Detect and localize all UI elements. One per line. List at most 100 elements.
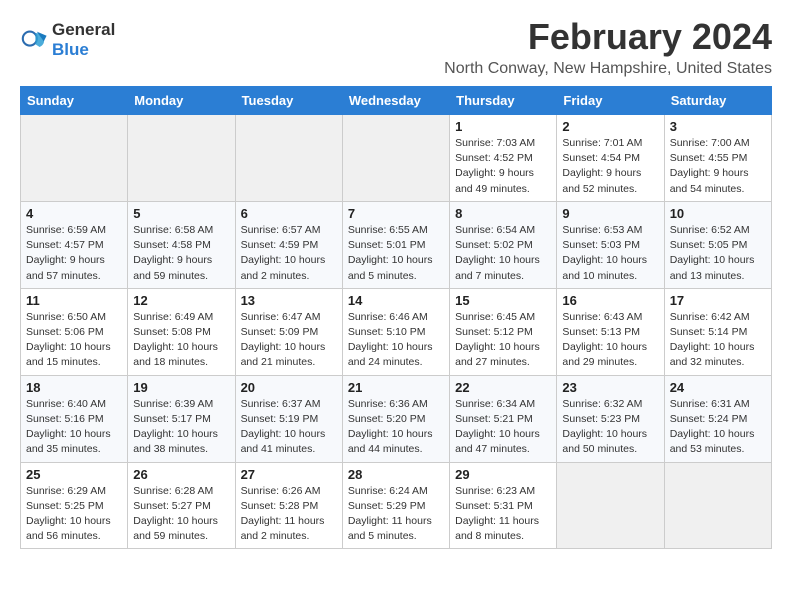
day-number: 4 [26, 206, 122, 221]
logo-line1: General [52, 20, 115, 40]
calendar-table: SundayMondayTuesdayWednesdayThursdayFrid… [20, 86, 772, 549]
calendar-cell: 25Sunrise: 6:29 AM Sunset: 5:25 PM Dayli… [21, 462, 128, 549]
calendar-cell: 16 Sunrise: 6:43 AM Sunset: 5:13 PM Dayli… [557, 288, 664, 375]
calendar-cell [342, 115, 449, 202]
location-subtitle: North Conway, New Hampshire, United Stat… [444, 60, 772, 78]
calendar-cell: 15Sunrise: 6:45 AM Sunset: 5:12 PM Dayli… [450, 288, 557, 375]
day-number: 29 [455, 467, 551, 482]
day-number: 10 [670, 206, 766, 221]
calendar-cell: 21Sunrise: 6:36 AM Sunset: 5:20 PM Dayli… [342, 375, 449, 462]
day-number: 14 [348, 293, 444, 308]
calendar-cell: 14 Sunrise: 6:46 AM Sunset: 5:10 PM Dayli… [342, 288, 449, 375]
day-info: Sunrise: 6:49 AM Sunset: 5:08 PM Dayligh… [133, 310, 229, 371]
day-number: 18 [26, 380, 122, 395]
weekday-header: Friday [557, 87, 664, 115]
calendar-cell: 13Sunrise: 6:47 AM Sunset: 5:09 PM Dayli… [235, 288, 342, 375]
calendar-cell: 8 Sunrise: 6:54 AM Sunset: 5:02 PM Daylig… [450, 201, 557, 288]
weekday-header: Wednesday [342, 87, 449, 115]
calendar-week-row: 1Sunrise: 7:03 AM Sunset: 4:52 PM Daylig… [21, 115, 772, 202]
day-info: Sunrise: 6:53 AM Sunset: 5:03 PM Dayligh… [562, 223, 658, 284]
calendar-cell: 12 Sunrise: 6:49 AM Sunset: 5:08 PM Dayli… [128, 288, 235, 375]
day-info: Sunrise: 6:37 AM Sunset: 5:19 PM Dayligh… [241, 397, 337, 458]
calendar-cell: 23 Sunrise: 6:32 AM Sunset: 5:23 PM Dayli… [557, 375, 664, 462]
calendar-cell: 2 Sunrise: 7:01 AM Sunset: 4:54 PM Daylig… [557, 115, 664, 202]
day-info: Sunrise: 6:43 AM Sunset: 5:13 PM Dayligh… [562, 310, 658, 371]
weekday-header: Tuesday [235, 87, 342, 115]
calendar-cell: 3 Sunrise: 7:00 AM Sunset: 4:55 PM Daylig… [664, 115, 771, 202]
day-number: 3 [670, 119, 766, 134]
day-info: Sunrise: 6:28 AM Sunset: 5:27 PM Dayligh… [133, 484, 229, 545]
day-info: Sunrise: 7:01 AM Sunset: 4:54 PM Dayligh… [562, 136, 658, 197]
day-number: 8 [455, 206, 551, 221]
day-info: Sunrise: 6:54 AM Sunset: 5:02 PM Dayligh… [455, 223, 551, 284]
weekday-header: Sunday [21, 87, 128, 115]
weekday-header: Monday [128, 87, 235, 115]
calendar-cell: 19 Sunrise: 6:39 AM Sunset: 5:17 PM Dayli… [128, 375, 235, 462]
day-number: 20 [241, 380, 337, 395]
day-info: Sunrise: 6:36 AM Sunset: 5:20 PM Dayligh… [348, 397, 444, 458]
day-info: Sunrise: 6:42 AM Sunset: 5:14 PM Dayligh… [670, 310, 766, 371]
day-info: Sunrise: 6:59 AM Sunset: 4:57 PM Dayligh… [26, 223, 122, 284]
calendar-cell: 18 Sunrise: 6:40 AM Sunset: 5:16 PM Dayli… [21, 375, 128, 462]
day-number: 28 [348, 467, 444, 482]
calendar-cell: 9 Sunrise: 6:53 AM Sunset: 5:03 PM Daylig… [557, 201, 664, 288]
calendar-cell: 6 Sunrise: 6:57 AM Sunset: 4:59 PM Daylig… [235, 201, 342, 288]
day-number: 22 [455, 380, 551, 395]
calendar-cell: 29 Sunrise: 6:23 AM Sunset: 5:31 PM Dayli… [450, 462, 557, 549]
day-info: Sunrise: 6:24 AM Sunset: 5:29 PM Dayligh… [348, 484, 444, 545]
calendar-cell [21, 115, 128, 202]
calendar-body: 1Sunrise: 7:03 AM Sunset: 4:52 PM Daylig… [21, 115, 772, 549]
day-info: Sunrise: 6:58 AM Sunset: 4:58 PM Dayligh… [133, 223, 229, 284]
logo-line2: Blue [52, 40, 115, 60]
calendar-cell [557, 462, 664, 549]
day-info: Sunrise: 7:00 AM Sunset: 4:55 PM Dayligh… [670, 136, 766, 197]
calendar-cell: 26 Sunrise: 6:28 AM Sunset: 5:27 PM Dayli… [128, 462, 235, 549]
day-info: Sunrise: 6:23 AM Sunset: 5:31 PM Dayligh… [455, 484, 551, 545]
day-info: Sunrise: 6:57 AM Sunset: 4:59 PM Dayligh… [241, 223, 337, 284]
header-row: SundayMondayTuesdayWednesdayThursdayFrid… [21, 87, 772, 115]
day-info: Sunrise: 6:50 AM Sunset: 5:06 PM Dayligh… [26, 310, 122, 371]
day-info: Sunrise: 6:46 AM Sunset: 5:10 PM Dayligh… [348, 310, 444, 371]
day-info: Sunrise: 6:39 AM Sunset: 5:17 PM Dayligh… [133, 397, 229, 458]
calendar-cell: 24Sunrise: 6:31 AM Sunset: 5:24 PM Dayli… [664, 375, 771, 462]
weekday-header: Saturday [664, 87, 771, 115]
day-number: 19 [133, 380, 229, 395]
calendar-cell [235, 115, 342, 202]
calendar-cell: 28 Sunrise: 6:24 AM Sunset: 5:29 PM Dayli… [342, 462, 449, 549]
calendar-week-row: 4 Sunrise: 6:59 AM Sunset: 4:57 PM Daylig… [21, 201, 772, 288]
day-number: 12 [133, 293, 229, 308]
calendar-cell: 1Sunrise: 7:03 AM Sunset: 4:52 PM Daylig… [450, 115, 557, 202]
day-info: Sunrise: 6:47 AM Sunset: 5:09 PM Dayligh… [241, 310, 337, 371]
day-number: 16 [562, 293, 658, 308]
calendar-week-row: 11 Sunrise: 6:50 AM Sunset: 5:06 PM Dayli… [21, 288, 772, 375]
day-number: 9 [562, 206, 658, 221]
logo-icon [20, 26, 48, 54]
day-number: 7 [348, 206, 444, 221]
calendar-week-row: 18 Sunrise: 6:40 AM Sunset: 5:16 PM Dayli… [21, 375, 772, 462]
calendar-cell: 11 Sunrise: 6:50 AM Sunset: 5:06 PM Dayli… [21, 288, 128, 375]
calendar-week-row: 25Sunrise: 6:29 AM Sunset: 5:25 PM Dayli… [21, 462, 772, 549]
day-number: 1 [455, 119, 551, 134]
day-info: Sunrise: 6:29 AM Sunset: 5:25 PM Dayligh… [26, 484, 122, 545]
day-info: Sunrise: 6:34 AM Sunset: 5:21 PM Dayligh… [455, 397, 551, 458]
day-number: 6 [241, 206, 337, 221]
calendar-cell: 10 Sunrise: 6:52 AM Sunset: 5:05 PM Dayli… [664, 201, 771, 288]
day-number: 23 [562, 380, 658, 395]
day-number: 17 [670, 293, 766, 308]
calendar-cell [128, 115, 235, 202]
day-number: 2 [562, 119, 658, 134]
day-number: 11 [26, 293, 122, 308]
calendar-cell: 4 Sunrise: 6:59 AM Sunset: 4:57 PM Daylig… [21, 201, 128, 288]
calendar-header: SundayMondayTuesdayWednesdayThursdayFrid… [21, 87, 772, 115]
header: General Blue February 2024 North Conway,… [20, 16, 772, 78]
day-number: 26 [133, 467, 229, 482]
day-info: Sunrise: 6:52 AM Sunset: 5:05 PM Dayligh… [670, 223, 766, 284]
day-info: Sunrise: 6:40 AM Sunset: 5:16 PM Dayligh… [26, 397, 122, 458]
day-info: Sunrise: 6:32 AM Sunset: 5:23 PM Dayligh… [562, 397, 658, 458]
calendar-cell: 20 Sunrise: 6:37 AM Sunset: 5:19 PM Dayli… [235, 375, 342, 462]
calendar-cell: 17 Sunrise: 6:42 AM Sunset: 5:14 PM Dayli… [664, 288, 771, 375]
day-info: Sunrise: 6:31 AM Sunset: 5:24 PM Dayligh… [670, 397, 766, 458]
day-number: 5 [133, 206, 229, 221]
calendar-cell [664, 462, 771, 549]
day-info: Sunrise: 6:26 AM Sunset: 5:28 PM Dayligh… [241, 484, 337, 545]
